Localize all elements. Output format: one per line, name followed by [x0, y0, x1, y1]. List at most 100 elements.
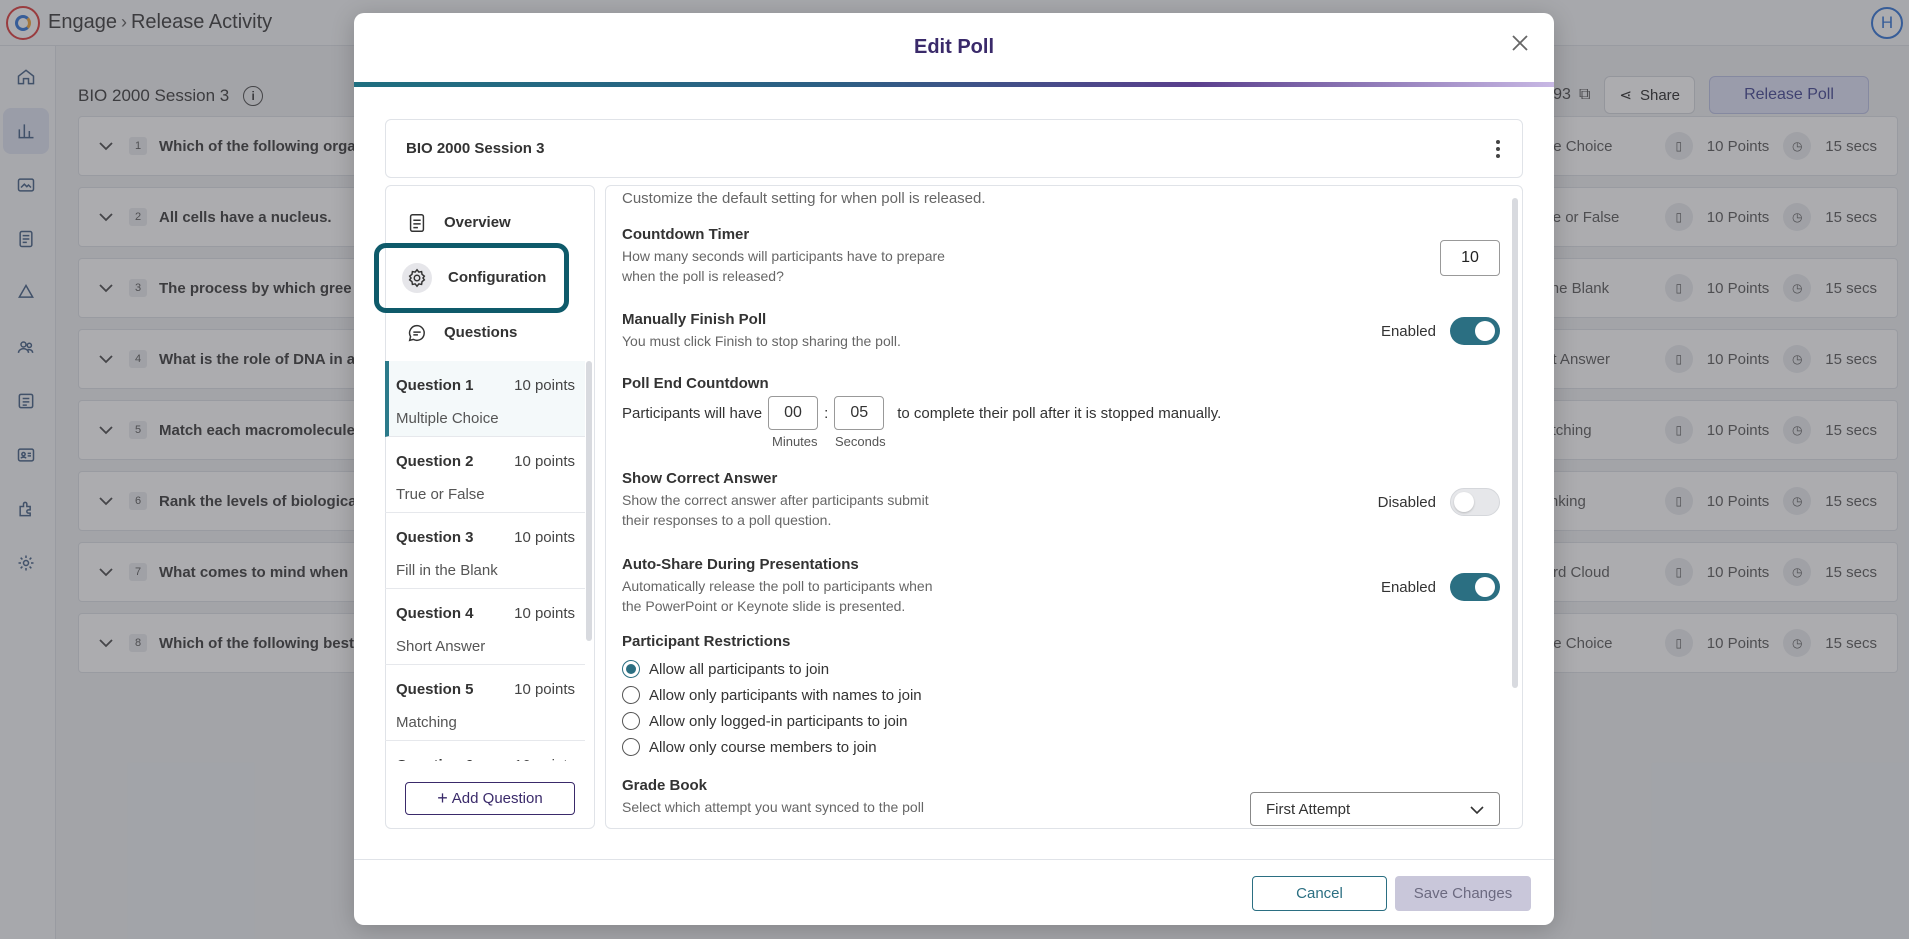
question-name: Question 4: [396, 605, 474, 622]
nav-overview-label: Overview: [444, 214, 511, 231]
question-name: Question 1: [396, 377, 474, 394]
auto-share-title: Auto-Share During Presentations: [622, 556, 859, 573]
seconds-label: Seconds: [835, 434, 886, 449]
question-points: 10 points: [514, 757, 575, 761]
auto-share-toggle[interactable]: [1450, 573, 1500, 601]
modal-title: Edit Poll: [914, 36, 994, 58]
cancel-button[interactable]: Cancel: [1252, 876, 1387, 911]
question-type: Matching: [396, 714, 457, 731]
list-item[interactable]: Question 3 10 points Fill in the Blank: [385, 513, 585, 589]
show-correct-title: Show Correct Answer: [622, 470, 778, 487]
restrictions-options: Allow all participants to join Allow only…: [622, 656, 922, 760]
list-item[interactable]: Question 6 10 points: [385, 741, 585, 761]
question-type: Short Answer: [396, 638, 486, 655]
list-item[interactable]: Question 5 10 points Matching: [385, 665, 585, 741]
show-correct-state: Disabled: [1377, 493, 1436, 511]
restriction-option[interactable]: Allow only participants with names to jo…: [622, 682, 922, 708]
question-name: Question 3: [396, 529, 474, 546]
countdown-timer-title: Countdown Timer: [622, 226, 750, 243]
more-options-icon[interactable]: [1496, 140, 1500, 161]
question-name: Question 6: [396, 757, 474, 761]
radio-button[interactable]: [622, 738, 640, 756]
add-question-label: Add Question: [451, 790, 543, 807]
countdown-timer-section: Countdown Timer How many seconds will pa…: [622, 226, 945, 286]
countdown-timer-desc-1: How many seconds will participants have …: [622, 248, 945, 264]
question-name: Question 2: [396, 453, 474, 470]
list-item[interactable]: Question 4 10 points Short Answer: [385, 589, 585, 665]
gear-icon-wrap: [402, 262, 432, 293]
question-type: True or False: [396, 486, 485, 503]
plus-icon: +: [437, 788, 448, 808]
radio-button[interactable]: [622, 712, 640, 730]
save-changes-button[interactable]: Save Changes: [1395, 876, 1531, 911]
restrictions-section: Participant Restrictions Allow all parti…: [622, 633, 922, 760]
gradient-divider: [354, 82, 1554, 87]
modal-header: Edit Poll: [354, 13, 1554, 82]
restriction-option[interactable]: Allow only logged-in participants to joi…: [622, 708, 922, 734]
chevron-down-icon: [1470, 806, 1484, 815]
show-correct-toggle[interactable]: [1450, 488, 1500, 516]
edit-poll-modal: Edit Poll BIO 2000 Session 3 Overview Co…: [354, 13, 1554, 925]
nav-configuration-label: Configuration: [448, 269, 547, 286]
manual-finish-state: Enabled: [1380, 322, 1436, 340]
question-points: 10 points: [514, 377, 575, 394]
question-points: 10 points: [514, 681, 575, 698]
manual-finish-toggle-group: Enabled: [1381, 317, 1500, 345]
question-points: 10 points: [514, 605, 575, 622]
question-name: Question 5: [396, 681, 474, 698]
nav-configuration[interactable]: Configuration: [386, 250, 594, 305]
document-icon: [409, 213, 425, 232]
restrictions-title: Participant Restrictions: [622, 633, 791, 650]
end-countdown-minutes-input[interactable]: 00: [768, 396, 819, 430]
show-correct-section: Show Correct Answer Show the correct ans…: [622, 470, 929, 530]
minutes-label: Minutes: [772, 434, 818, 449]
end-countdown-seconds-input[interactable]: 05: [834, 396, 885, 430]
session-name: BIO 2000 Session 3: [406, 140, 545, 157]
manual-finish-section: Manually Finish Poll You must click Fini…: [622, 311, 901, 351]
end-countdown-colon: :: [824, 404, 829, 422]
end-countdown-prefix: Participants will have: [622, 404, 763, 422]
session-card: BIO 2000 Session 3: [385, 119, 1523, 178]
end-countdown-section: Poll End Countdown: [622, 375, 769, 392]
countdown-timer-input[interactable]: 10: [1440, 240, 1500, 276]
auto-share-desc-1: Automatically release the poll to partic…: [622, 578, 933, 594]
nav-overview[interactable]: Overview: [386, 195, 594, 250]
question-points: 10 points: [514, 453, 575, 470]
question-points: 10 points: [514, 529, 575, 546]
question-list-scrollbar[interactable]: [586, 361, 592, 641]
question-list: Question 1 10 points Multiple Choice Questi…: [385, 361, 585, 761]
manual-finish-title: Manually Finish Poll: [622, 311, 767, 328]
manual-finish-desc: You must click Finish to stop sharing th…: [622, 333, 901, 349]
list-item[interactable]: Question 2 10 points True or False: [385, 437, 585, 513]
restriction-option-label: Allow only participants with names to jo…: [649, 686, 922, 704]
end-countdown-line: Participants will have 00 : 05 to comple…: [622, 396, 1221, 430]
modal-footer: Cancel Save Changes: [354, 859, 1554, 925]
restriction-option[interactable]: Allow all participants to join: [622, 656, 922, 682]
restriction-option[interactable]: Allow only course members to join: [622, 734, 922, 760]
auto-share-desc-2: the PowerPoint or Keynote slide is prese…: [622, 598, 906, 614]
end-countdown-title: Poll End Countdown: [622, 375, 769, 392]
restriction-option-label: Allow only logged-in participants to joi…: [649, 712, 908, 730]
gradebook-desc: Select which attempt you want synced to …: [622, 799, 924, 815]
restriction-option-label: Allow all participants to join: [649, 660, 830, 678]
end-countdown-suffix: to complete their poll after it is stopp…: [897, 404, 1222, 422]
radio-button[interactable]: [622, 660, 640, 678]
gradebook-select[interactable]: First Attempt: [1250, 792, 1500, 826]
auto-share-state: Enabled: [1380, 578, 1436, 596]
gear-icon: [408, 268, 426, 287]
question-type: Fill in the Blank: [396, 562, 498, 579]
config-scrollbar[interactable]: [1512, 198, 1518, 688]
question-type: Multiple Choice: [396, 410, 499, 427]
add-question-button[interactable]: + Add Question: [405, 782, 575, 815]
radio-button[interactable]: [622, 686, 640, 704]
manual-finish-toggle[interactable]: [1450, 317, 1500, 345]
countdown-timer-desc-2: when the poll is released?: [622, 268, 784, 284]
auto-share-toggle-group: Enabled: [1381, 573, 1500, 601]
close-icon[interactable]: [1508, 31, 1532, 55]
gradebook-title: Grade Book: [622, 777, 708, 794]
gradebook-value: First Attempt: [1266, 800, 1351, 818]
list-item[interactable]: Question 1 10 points Multiple Choice: [385, 361, 585, 437]
configuration-panel: Customize the default setting for when p…: [605, 185, 1523, 829]
show-correct-toggle-group: Disabled: [1378, 488, 1500, 516]
nav-questions[interactable]: Questions: [386, 305, 594, 360]
